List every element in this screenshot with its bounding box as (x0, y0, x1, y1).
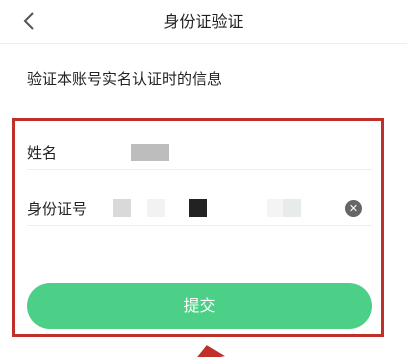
clear-icon[interactable]: ✕ (345, 200, 362, 217)
submit-button[interactable]: 提交 (27, 283, 372, 329)
page-title: 身份证验证 (163, 12, 244, 31)
name-field[interactable]: 姓名 (27, 134, 372, 170)
id-number-redaction (147, 199, 165, 217)
name-label: 姓名 (27, 144, 58, 162)
arrow-annotation (191, 342, 225, 357)
id-number-redaction (283, 199, 301, 217)
id-number-label: 身份证号 (27, 200, 88, 218)
id-number-field[interactable]: 身份证号 ✕ (27, 190, 372, 226)
id-number-redaction (189, 199, 207, 217)
nav-bar: 身份证验证 (0, 0, 407, 44)
subtitle: 验证本账号实名认证时的信息 (27, 70, 223, 88)
name-value-redacted (131, 144, 169, 161)
id-number-redaction (113, 199, 131, 217)
